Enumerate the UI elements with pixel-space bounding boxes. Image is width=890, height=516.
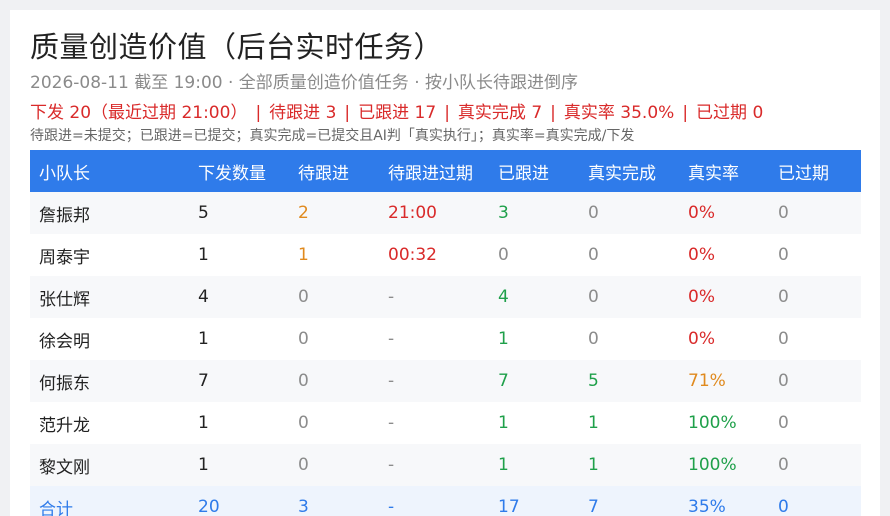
column-header-pending[interactable]: 待跟进 xyxy=(289,150,379,192)
cell-rate: 71% xyxy=(679,360,769,402)
table-row: 何振东 7 0 - 7 5 71% 0 xyxy=(30,360,861,402)
cell-followed: 1 xyxy=(489,444,579,486)
column-header-leader[interactable]: 小队长 xyxy=(30,150,189,192)
cell-rate: 0% xyxy=(679,276,769,318)
cell-expired: 0 xyxy=(769,192,861,234)
summary-rate: 真实率 35.0% xyxy=(563,103,675,123)
cell-followed: 4 xyxy=(489,276,579,318)
cell-issued: 1 xyxy=(189,318,289,360)
cell-completed: 0 xyxy=(579,234,679,276)
cell-issued: 7 xyxy=(189,360,289,402)
cell-expired: 0 xyxy=(769,318,861,360)
cell-completed: 0 xyxy=(579,318,679,360)
summary-issued: 下发 20（最近过期 21:00） xyxy=(30,103,248,123)
column-header-pending-expire[interactable]: 待跟进过期 xyxy=(379,150,489,192)
column-header-issued[interactable]: 下发数量 xyxy=(189,150,289,192)
cell-rate: 0% xyxy=(679,192,769,234)
cell-leader: 徐会明 xyxy=(30,318,189,360)
cell-leader: 詹振邦 xyxy=(30,192,189,234)
cell-completed: 1 xyxy=(579,402,679,444)
total-expired: 0 xyxy=(769,486,861,516)
cell-followed: 7 xyxy=(489,360,579,402)
cell-completed: 5 xyxy=(579,360,679,402)
summary-separator: | xyxy=(682,103,689,123)
summary-followed: 已跟进 17 xyxy=(358,103,437,123)
leader-stats-table: 小队长 下发数量 待跟进 待跟进过期 已跟进 真实完成 真实率 已过期 詹振邦 … xyxy=(30,150,861,516)
total-rate: 35% xyxy=(679,486,769,516)
cell-leader: 范升龙 xyxy=(30,402,189,444)
summary-bar: 下发 20（最近过期 21:00） | 待跟进 3 | 已跟进 17 | 真实完成 7 | 真实… xyxy=(30,98,763,123)
cell-rate: 100% xyxy=(679,402,769,444)
column-header-rate[interactable]: 真实率 xyxy=(679,150,769,192)
table-row: 范升龙 1 0 - 1 1 100% 0 xyxy=(30,402,861,444)
report-card: 质量创造价值（后台实时任务） 2026-08-11 截至 19:00 · 全部质… xyxy=(10,10,880,516)
cell-completed: 0 xyxy=(579,192,679,234)
cell-issued: 1 xyxy=(189,444,289,486)
cell-expired: 0 xyxy=(769,234,861,276)
cell-pending: 0 xyxy=(289,318,379,360)
cell-issued: 1 xyxy=(189,234,289,276)
cell-rate: 100% xyxy=(679,444,769,486)
total-completed: 7 xyxy=(579,486,679,516)
table-row: 徐会明 1 0 - 1 0 0% 0 xyxy=(30,318,861,360)
cell-expired: 0 xyxy=(769,360,861,402)
table-row: 詹振邦 5 2 21:00 3 0 0% 0 xyxy=(30,192,861,234)
table-row: 周泰宇 1 1 00:32 0 0 0% 0 xyxy=(30,234,861,276)
cell-pending: 0 xyxy=(289,360,379,402)
summary-separator: | xyxy=(255,103,262,123)
cell-leader: 张仕辉 xyxy=(30,276,189,318)
cell-followed: 0 xyxy=(489,234,579,276)
column-header-expired[interactable]: 已过期 xyxy=(769,150,861,192)
cell-issued: 1 xyxy=(189,402,289,444)
summary-separator: | xyxy=(550,103,556,123)
total-issued: 20 xyxy=(189,486,289,516)
definitions-legend: 待跟进=未提交；已跟进=已提交；真实完成=已提交且AI判「真实执行」；真实率=真… xyxy=(30,128,635,144)
summary-separator: | xyxy=(444,103,450,123)
cell-completed: 1 xyxy=(579,444,679,486)
cell-leader: 黎文刚 xyxy=(30,444,189,486)
summary-separator: | xyxy=(344,103,351,123)
cell-pending-expire: 21:00 xyxy=(379,192,489,234)
cell-followed: 1 xyxy=(489,318,579,360)
summary-completed: 真实完成 7 xyxy=(457,103,543,123)
cell-expired: 0 xyxy=(769,444,861,486)
summary-pending: 待跟进 3 xyxy=(269,103,337,123)
cell-pending: 0 xyxy=(289,444,379,486)
cell-followed: 3 xyxy=(489,192,579,234)
cell-pending: 1 xyxy=(289,234,379,276)
summary-expired: 已过期 0 xyxy=(696,103,764,123)
cell-pending-expire: 00:32 xyxy=(379,234,489,276)
total-followed: 17 xyxy=(489,486,579,516)
cell-issued: 5 xyxy=(189,192,289,234)
cell-pending: 0 xyxy=(289,276,379,318)
page-title: 质量创造价值（后台实时任务） xyxy=(30,30,444,64)
cell-leader: 周泰宇 xyxy=(30,234,189,276)
column-header-followed[interactable]: 已跟进 xyxy=(489,150,579,192)
cell-pending-expire: - xyxy=(379,276,489,318)
cell-rate: 0% xyxy=(679,318,769,360)
cell-pending: 0 xyxy=(289,402,379,444)
cell-pending-expire: - xyxy=(379,402,489,444)
table-row: 黎文刚 1 0 - 1 1 100% 0 xyxy=(30,444,861,486)
total-pending-expire: - xyxy=(379,486,489,516)
cell-expired: 0 xyxy=(769,402,861,444)
cell-rate: 0% xyxy=(679,234,769,276)
cell-expired: 0 xyxy=(769,276,861,318)
cell-pending-expire: - xyxy=(379,444,489,486)
total-pending: 3 xyxy=(289,486,379,516)
cell-pending-expire: - xyxy=(379,318,489,360)
table-total-row: 合计 20 3 - 17 7 35% 0 xyxy=(30,486,861,516)
cell-followed: 1 xyxy=(489,402,579,444)
cell-pending-expire: - xyxy=(379,360,489,402)
column-header-completed[interactable]: 真实完成 xyxy=(579,150,679,192)
cell-issued: 4 xyxy=(189,276,289,318)
table-header-row: 小队长 下发数量 待跟进 待跟进过期 已跟进 真实完成 真实率 已过期 xyxy=(30,150,861,192)
page-subtitle: 2026-08-11 截至 19:00 · 全部质量创造价值任务 · 按小队长待… xyxy=(30,73,579,93)
cell-leader: 何振东 xyxy=(30,360,189,402)
table-row: 张仕辉 4 0 - 4 0 0% 0 xyxy=(30,276,861,318)
cell-completed: 0 xyxy=(579,276,679,318)
cell-pending: 2 xyxy=(289,192,379,234)
total-leader: 合计 xyxy=(30,486,189,516)
